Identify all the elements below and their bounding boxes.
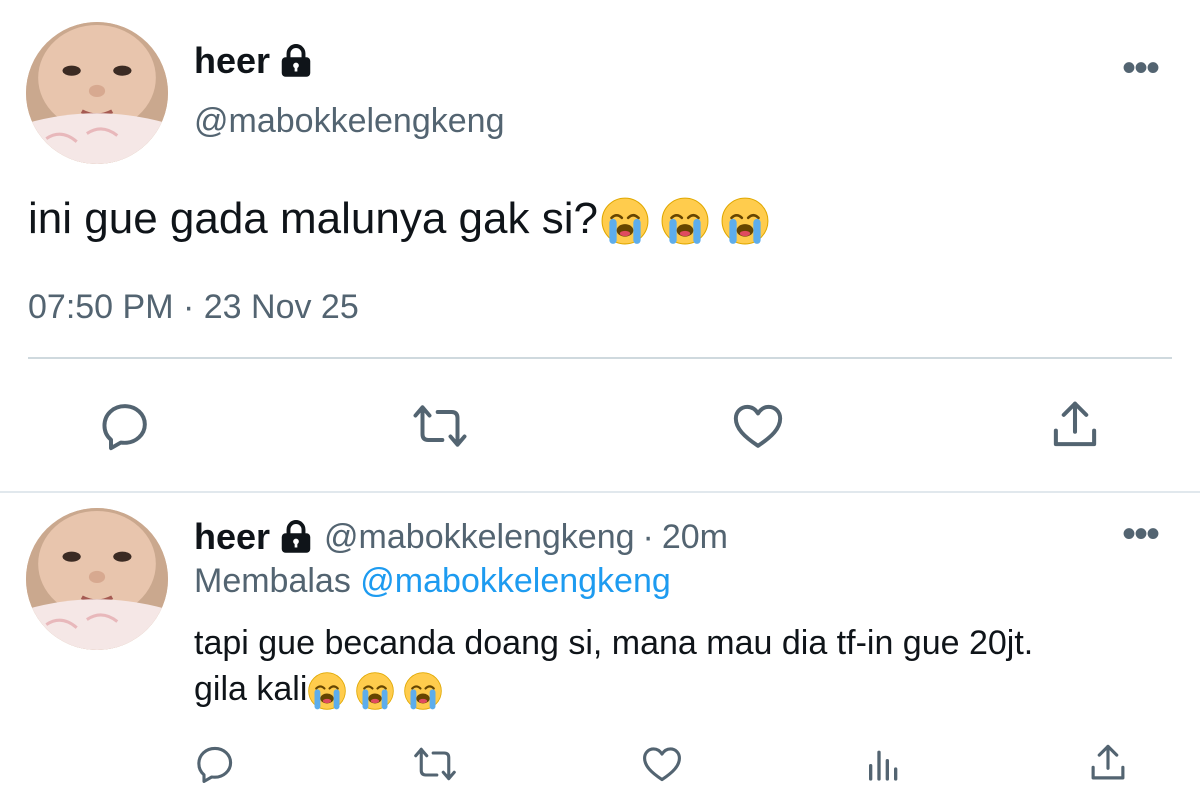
more-icon[interactable]: ••• — [1122, 514, 1160, 554]
reply-text: tapi gue becanda doang si, mana mau dia … — [194, 620, 1033, 712]
replying-to: Membalas @mabokkelengkeng — [194, 562, 671, 601]
replying-to-link[interactable]: @mabokkelengkeng — [360, 562, 670, 600]
reply-text-line2: gila kali — [194, 670, 308, 708]
reply-user-handle[interactable]: @mabokkelengkeng — [324, 518, 634, 557]
share-icon[interactable] — [1087, 742, 1129, 784]
loudly-crying-face-icon — [720, 196, 770, 246]
timestamp[interactable]: 07:50 PM · 23 Nov 25 — [28, 288, 359, 327]
retweet-icon[interactable] — [412, 742, 458, 786]
more-icon[interactable]: ••• — [1122, 48, 1160, 88]
tweet-text: ini gue gada malunya gak si? — [28, 190, 770, 248]
loudly-crying-face-icon — [355, 671, 395, 711]
user-handle[interactable]: @mabokkelengkeng — [194, 102, 504, 141]
section-divider — [0, 491, 1200, 493]
separator-dot: · — [642, 517, 654, 556]
avatar[interactable] — [26, 22, 168, 164]
reply-icon[interactable] — [97, 398, 153, 454]
loudly-crying-face-icon — [600, 196, 650, 246]
reply-text-line1: tapi gue becanda doang si, mana mau dia … — [194, 624, 1034, 662]
replying-prefix: Membalas — [194, 562, 351, 600]
reply-avatar[interactable] — [26, 508, 168, 650]
loudly-crying-face-icon — [660, 196, 710, 246]
reply-icon[interactable] — [193, 742, 237, 786]
lock-icon — [278, 43, 314, 79]
loudly-crying-face-icon — [307, 671, 347, 711]
loudly-crying-face-icon — [403, 671, 443, 711]
analytics-icon[interactable] — [864, 744, 904, 784]
display-name[interactable]: heer — [194, 40, 270, 82]
tweet-text-body: ini gue gada malunya gak si? — [28, 194, 598, 243]
share-icon[interactable] — [1048, 398, 1102, 452]
reply-display-name[interactable]: heer — [194, 516, 270, 558]
divider — [28, 357, 1172, 359]
like-icon[interactable] — [730, 398, 786, 454]
reply-text-line2-row: gila kali — [194, 666, 1033, 712]
retweet-icon[interactable] — [411, 398, 469, 454]
author-row: heer — [194, 40, 314, 82]
like-icon[interactable] — [640, 742, 684, 786]
relative-time[interactable]: 20m — [662, 518, 728, 557]
reply-author-row: heer @mabokkelengkeng · 20m — [194, 516, 728, 558]
lock-icon — [278, 519, 314, 555]
